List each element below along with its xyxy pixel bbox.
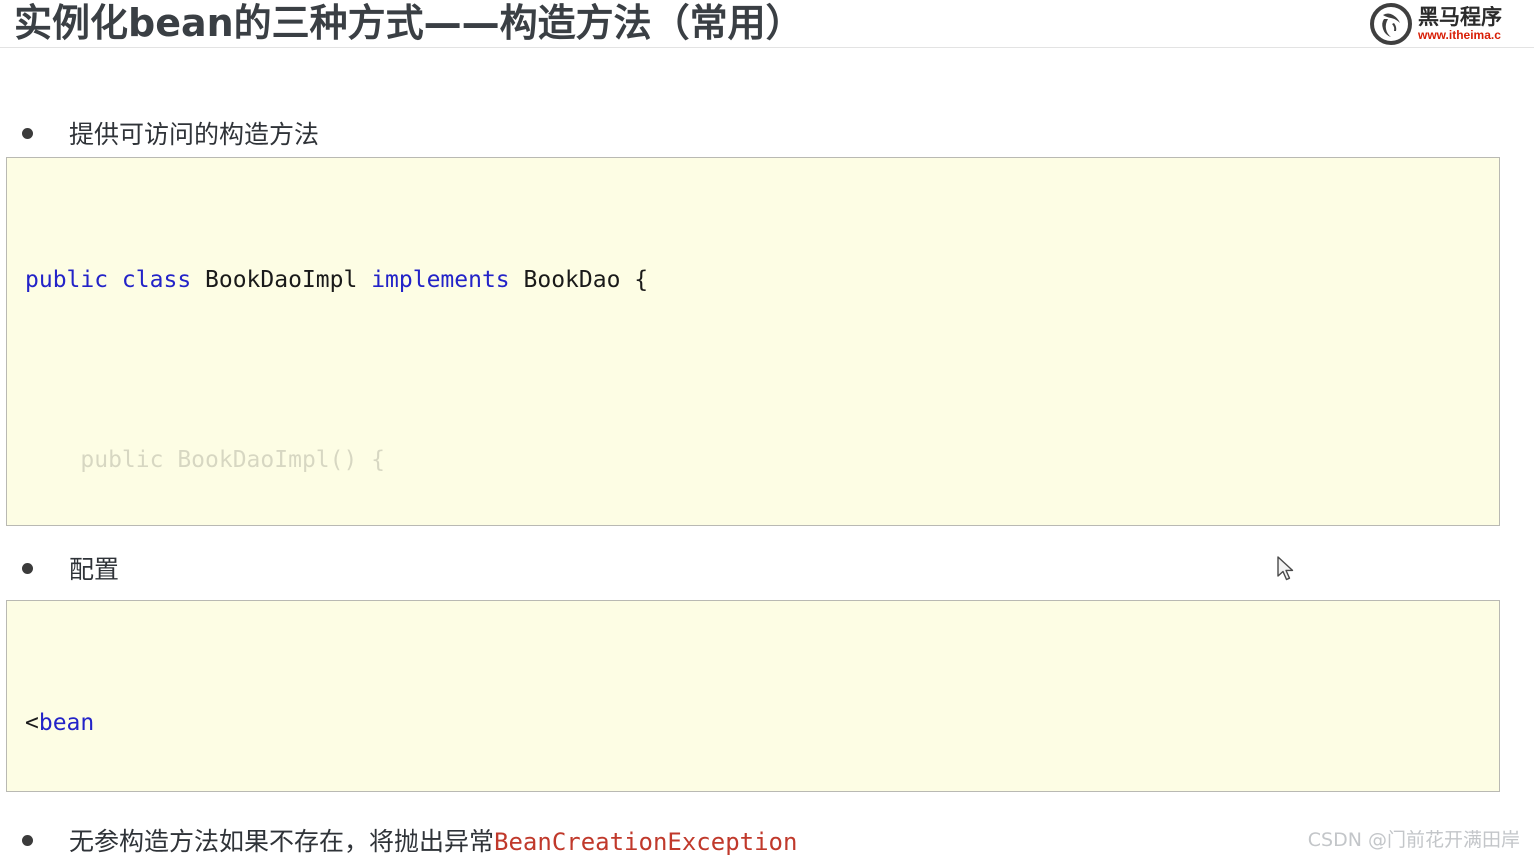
- brand-url: www.itheima.c: [1418, 28, 1501, 42]
- xml-bracket-open: <: [25, 710, 39, 736]
- java-keyword-public-class: public class: [25, 267, 192, 293]
- code-line-class-declaration: public class BookDaoImpl implements Book…: [25, 258, 1499, 303]
- java-code-block[interactable]: public class BookDaoImpl implements Book…: [6, 157, 1500, 526]
- java-keyword-implements: implements: [371, 267, 510, 293]
- bullet-label: 提供可访问的构造方法: [69, 120, 320, 149]
- mouse-pointer-icon: [1276, 556, 1296, 582]
- code-line-bean-open: <bean: [25, 701, 1499, 746]
- csdn-watermark: CSDN @门前花开满田岸: [1307, 829, 1520, 851]
- page-title: 实例化bean的三种方式——构造方法（常用）: [14, 1, 804, 45]
- java-type-bookdaoimpl: BookDaoImpl: [191, 267, 372, 293]
- bullet-dot-icon: [22, 835, 33, 846]
- itheima-horse-logo-icon: [1370, 3, 1412, 45]
- xml-tag-bean: bean: [38, 710, 95, 736]
- exception-class-name: BeanCreationException: [494, 828, 798, 856]
- brand-name: 黑马程序: [1418, 6, 1502, 29]
- xml-code-block[interactable]: <bean id="bookDao" class="com.itheima.da…: [6, 600, 1500, 792]
- bullet-exception-note: 无参构造方法如果不存在，将抛出异常BeanCreationException: [22, 822, 797, 858]
- slide-header: 实例化bean的三种方式——构造方法（常用） 黑马程序 www.itheima.…: [0, 0, 1534, 48]
- bullet-provide-constructor: 提供可访问的构造方法: [22, 115, 319, 151]
- bullet-text-prefix: 无参构造方法如果不存在，将抛出异常: [69, 827, 495, 856]
- bullet-configuration: 配置: [22, 550, 119, 586]
- java-type-bookdao: BookDao {: [509, 267, 649, 293]
- brand-text: 黑马程序 www.itheima.c: [1418, 6, 1502, 42]
- slide-page: 实例化bean的三种方式——构造方法（常用） 黑马程序 www.itheima.…: [0, 0, 1534, 860]
- code-line-constructor-open: public BookDaoImpl() {: [25, 447, 386, 473]
- bullet-label: 无参构造方法如果不存在，将抛出异常BeanCreationException: [69, 822, 797, 858]
- bullet-dot-icon: [22, 128, 33, 139]
- bullet-dot-icon: [22, 563, 33, 574]
- brand-logo: 黑马程序 www.itheima.c: [1370, 2, 1534, 46]
- bullet-label: 配置: [69, 555, 120, 584]
